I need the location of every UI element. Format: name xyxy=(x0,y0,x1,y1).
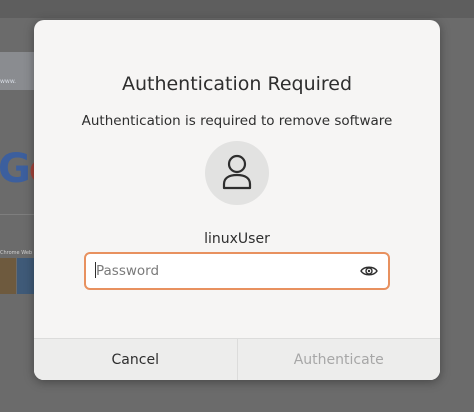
background-thumbnail xyxy=(17,258,35,294)
authenticate-button[interactable]: Authenticate xyxy=(236,339,440,380)
cancel-button[interactable]: Cancel xyxy=(34,339,237,380)
background-snippet-text: Chrome Web St xyxy=(0,250,39,256)
background-url-text: www. xyxy=(0,78,17,85)
eye-icon[interactable] xyxy=(360,263,378,279)
avatar xyxy=(205,141,269,205)
background-thumbnail xyxy=(0,258,16,294)
dialog-title: Authentication Required xyxy=(121,73,353,95)
authentication-dialog: Authentication Required Authentication i… xyxy=(34,20,440,380)
user-icon xyxy=(222,154,252,190)
dialog-action-bar: Cancel Authenticate xyxy=(34,338,440,380)
dialog-message: Authentication is required to remove sof… xyxy=(81,113,393,129)
password-field-container xyxy=(84,252,390,290)
password-input[interactable] xyxy=(96,254,346,288)
username-label: linuxUser xyxy=(204,231,270,247)
